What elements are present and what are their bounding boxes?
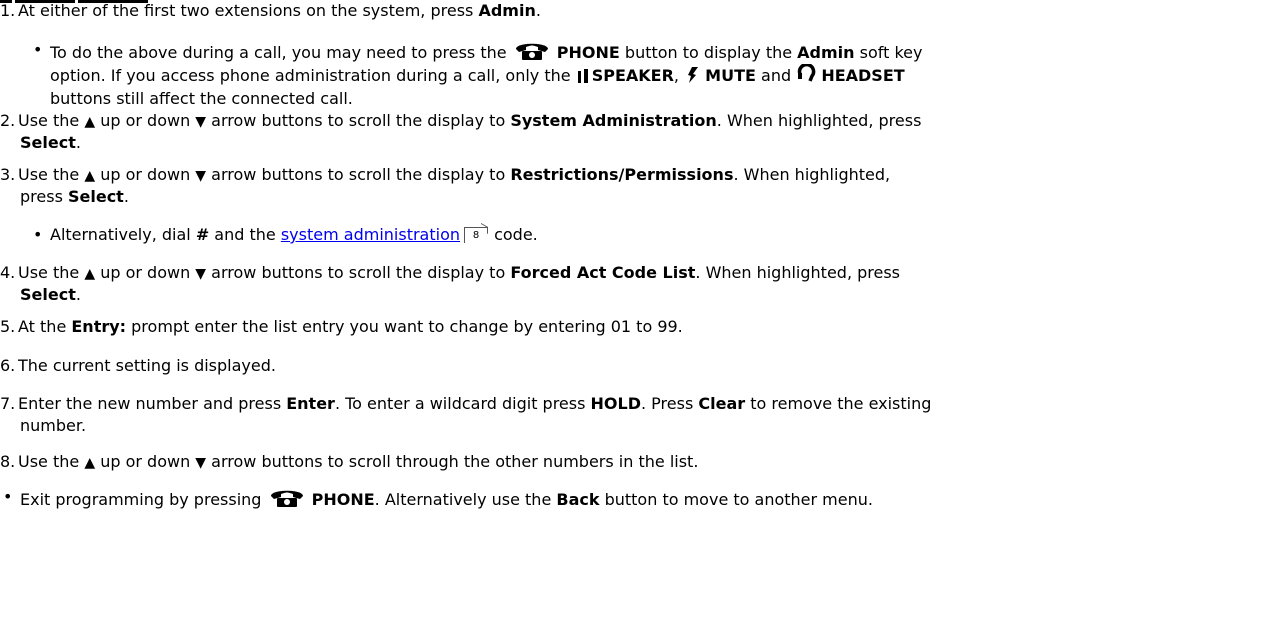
- up-arrow-icon: ▲: [84, 455, 96, 471]
- step-1-bullet-line-1: To do the above during a call, you may n…: [33, 39, 922, 67]
- headset-icon: [796, 62, 816, 90]
- page-reference[interactable]: 8: [464, 222, 488, 243]
- step-5: 5. At the Entry: prompt enter the list en…: [0, 317, 683, 336]
- step-2: 2. Use the ▲ up or down ▼ arrow buttons t…: [0, 110, 921, 133]
- step-7: 7. Enter the new number and press Enter. …: [0, 394, 932, 413]
- step-3-line-2: press Select.: [20, 187, 129, 206]
- step-3: 3. Use the ▲ up or down ▼ arrow buttons t…: [0, 164, 890, 187]
- step-1: 1. At either of the first two extensions …: [0, 1, 541, 20]
- speaker-icon: [576, 68, 592, 90]
- up-arrow-icon: ▲: [84, 168, 96, 184]
- step-6: 6. The current setting is displayed.: [0, 356, 276, 375]
- phone-icon: [512, 39, 552, 67]
- step-7-line-2: number.: [20, 416, 87, 435]
- down-arrow-icon: ▼: [195, 168, 207, 184]
- page-ref-corner-icon: [481, 222, 488, 234]
- up-arrow-icon: ▲: [84, 114, 96, 130]
- system-administration-link[interactable]: system administration: [281, 225, 460, 244]
- down-arrow-icon: ▼: [195, 266, 207, 282]
- step-4-line-2: Select.: [20, 285, 81, 304]
- mute-icon: [684, 66, 700, 90]
- step-3-bullet: Alternatively, dial # and the system adm…: [33, 222, 538, 246]
- step-4: 4. Use the ▲ up or down ▼ arrow buttons t…: [0, 262, 900, 285]
- phone-icon: [267, 486, 307, 514]
- step-1-bullet-line-3: buttons still affect the connected call.: [50, 89, 353, 108]
- exit-bullet: Exit programming by pressing PHONE. Alte…: [3, 486, 873, 514]
- step-2-line-2: Select.: [20, 133, 81, 152]
- document-page: 1. At either of the first two extensions …: [0, 0, 1268, 625]
- step-1-bullet-line-2: option. If you access phone administrati…: [50, 62, 905, 90]
- step-8: 8. Use the ▲ up or down ▼ arrow buttons t…: [0, 451, 698, 474]
- down-arrow-icon: ▼: [195, 455, 207, 471]
- down-arrow-icon: ▼: [195, 114, 207, 130]
- up-arrow-icon: ▲: [84, 266, 96, 282]
